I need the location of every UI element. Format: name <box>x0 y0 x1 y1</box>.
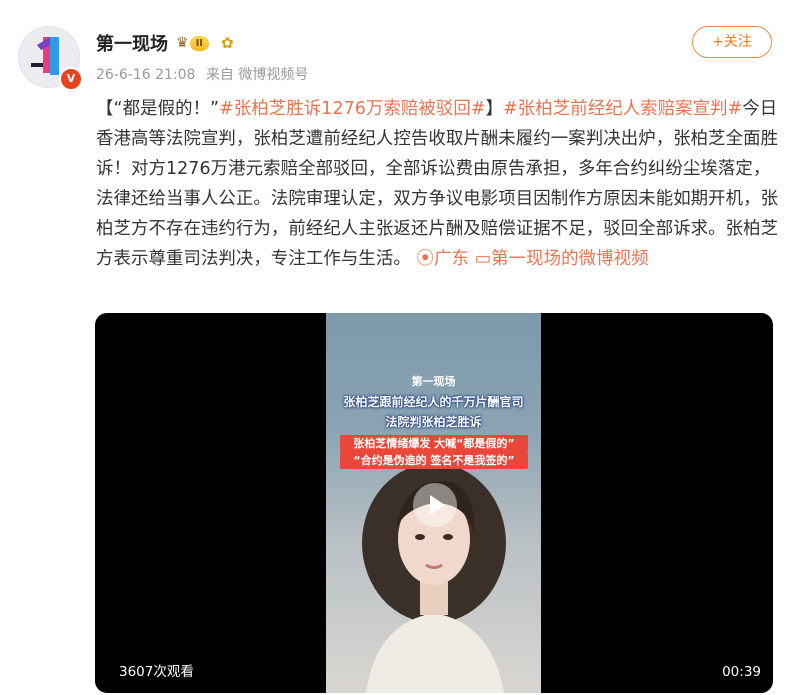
post-text: 【“都是假的！”#张柏芝胜诉1276万索赔被驳回#】#张柏芝前经纪人索赔案宣判#… <box>96 94 781 274</box>
sunflower-icon[interactable]: ✿ <box>221 34 234 52</box>
follow-button[interactable]: +关注 <box>692 26 772 58</box>
post-prefix: 【“都是假的！” <box>96 99 220 119</box>
author-row: 第一现场 ♛ II ✿ <box>96 30 234 56</box>
video-duration: 00:39 <box>722 664 761 680</box>
author-avatar[interactable]: V <box>18 26 83 91</box>
overlay-brand: 第一现场 <box>411 375 456 388</box>
video-source-label: 第一现场的微博视频 <box>491 249 649 269</box>
video-frame: 第一现场 张柏芝跟前经纪人的千万片酬官司 法院判张柏芝胜诉 张柏芝情绪爆发 大喊… <box>326 313 541 693</box>
crown-icon: ♛ <box>176 35 189 51</box>
level-label: II <box>189 35 210 51</box>
verified-badge-icon: V <box>59 67 83 91</box>
overlay-quote-1: 张柏芝情绪爆发 大喊“都是假的” <box>340 435 528 452</box>
video-player[interactable]: 第一现场 张柏芝跟前经纪人的千万片酬官司 法院判张柏芝胜诉 张柏芝情绪爆发 大喊… <box>95 313 773 693</box>
post-bracket: 】 <box>485 99 504 119</box>
overlay-headline-2: 法院判张柏芝胜诉 <box>385 415 482 429</box>
play-icon[interactable] <box>413 483 457 527</box>
post-time[interactable]: 26-6-16 21:08 <box>96 67 195 83</box>
post-meta: 26-6-16 21:08 来自 微博视频号 <box>96 64 314 84</box>
video-source-link[interactable]: ▭第一现场的微博视频 <box>475 249 649 269</box>
overlay-headline-1: 张柏芝跟前经纪人的千万片酬官司 <box>343 395 524 409</box>
level-badge[interactable]: ♛ II <box>176 34 210 52</box>
post-source[interactable]: 来自 微博视频号 <box>206 67 308 83</box>
video-camera-icon: ▭ <box>474 249 492 269</box>
overlay-quote-2: “合约是伪造的 签名不是我签的” <box>340 452 528 469</box>
location-pin-icon: ⦿ <box>416 249 434 269</box>
hashtag-link-1[interactable]: #张柏芝胜诉1276万索赔被驳回# <box>219 99 485 119</box>
hashtag-link-2[interactable]: #张柏芝前经纪人索赔案宣判# <box>503 99 742 119</box>
post-body: 今日香港高等法院宣判，张柏芝遭前经纪人控告收取片酬未履约一案判决出炉，张柏芝全面… <box>96 99 779 269</box>
location-label: 广东 <box>433 249 469 269</box>
view-count: 3607次观看 <box>119 664 194 680</box>
author-name[interactable]: 第一现场 <box>96 30 168 56</box>
location-link[interactable]: ⦿广东 <box>416 249 468 269</box>
